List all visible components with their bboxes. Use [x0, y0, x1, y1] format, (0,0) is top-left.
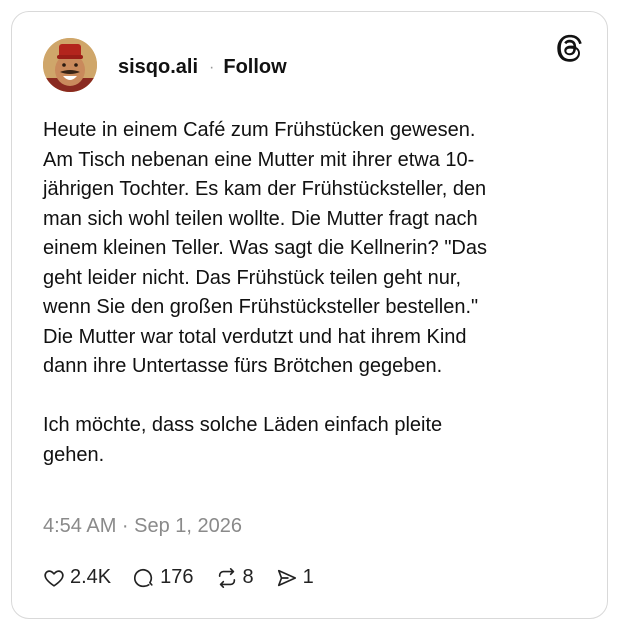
- repost-button[interactable]: 8: [216, 566, 254, 589]
- post-card: sisqo.ali · Follow Heute in einem Café z…: [11, 11, 608, 619]
- threads-logo-icon[interactable]: [557, 34, 585, 62]
- repost-icon: [218, 567, 235, 588]
- post-text: Heute in einem Café zum Frühstücken gewe…: [43, 119, 487, 466]
- like-count: 2.4K: [70, 566, 112, 588]
- reply-icon: [134, 568, 153, 587]
- avatar[interactable]: [43, 38, 97, 92]
- action-bar: 2.4K 176 8 1: [43, 566, 336, 589]
- post-header: sisqo.ali · Follow: [118, 56, 287, 79]
- share-count: 1: [302, 566, 314, 588]
- follow-button[interactable]: Follow: [223, 56, 286, 79]
- heart-icon: [44, 569, 64, 587]
- repost-count: 8: [242, 566, 254, 588]
- username-link[interactable]: sisqo.ali: [118, 56, 198, 79]
- reply-count: 176: [160, 566, 194, 588]
- post-timestamp[interactable]: 4:54 AM · Sep 1, 2026: [43, 515, 242, 538]
- share-button[interactable]: 1: [276, 566, 314, 589]
- avatar-image: [43, 38, 97, 92]
- header-separator: ·: [209, 58, 215, 76]
- share-icon: [277, 569, 296, 586]
- reply-button[interactable]: 176: [133, 566, 194, 589]
- like-button[interactable]: 2.4K: [43, 566, 111, 589]
